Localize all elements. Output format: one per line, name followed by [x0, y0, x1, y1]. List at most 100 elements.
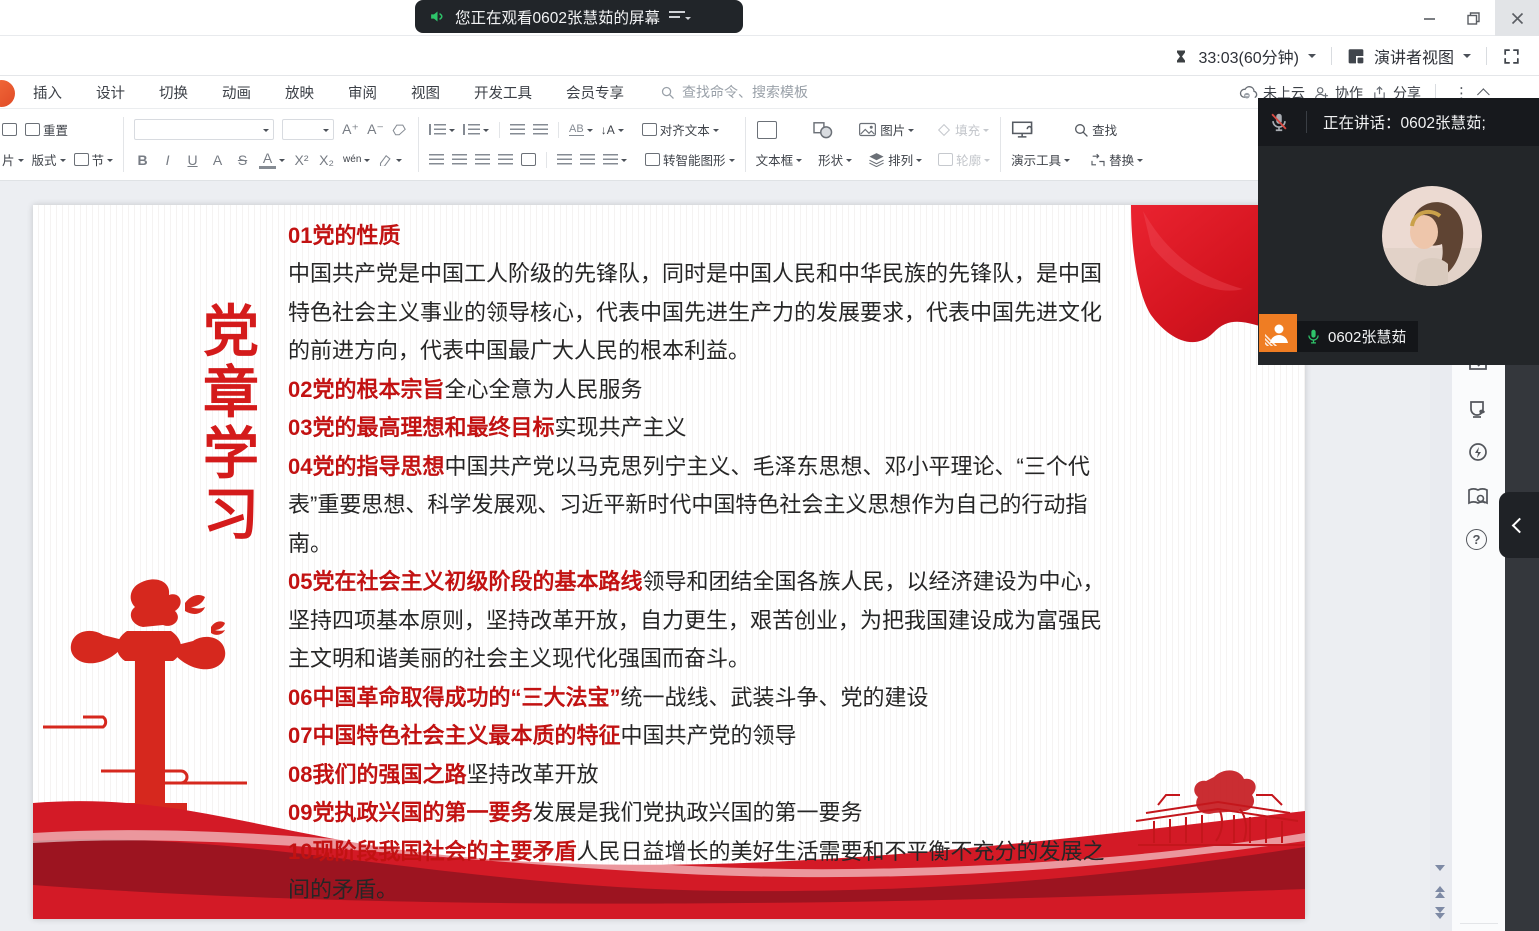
- fullscreen-icon[interactable]: [1502, 47, 1521, 66]
- line-spacing-icon[interactable]: [557, 154, 572, 165]
- speaking-header: 正在讲话：0602张慧茹;: [1258, 98, 1539, 146]
- subscript-button[interactable]: X₂: [318, 152, 335, 168]
- reference-book-icon[interactable]: [1466, 485, 1490, 509]
- tab-animation[interactable]: 动画: [222, 82, 251, 103]
- resource-cup-icon[interactable]: [1466, 397, 1490, 421]
- decrease-font-button[interactable]: A⁻: [367, 121, 384, 138]
- video-tile[interactable]: 0602张慧茹: [1258, 146, 1539, 365]
- outline-button[interactable]: 轮廓: [938, 150, 990, 169]
- bullet-list-icon: [429, 124, 446, 135]
- new-slide-button[interactable]: 片: [2, 150, 24, 169]
- speaking-now-label: 正在讲话：0602张慧茹;: [1323, 111, 1486, 133]
- meeting-timer: 33:03(60分钟): [1198, 44, 1299, 68]
- chevron-left-icon: [1511, 517, 1527, 533]
- numbered-list-button[interactable]: [463, 124, 489, 135]
- slide-line: 02党的根本宗旨全心全意为人民服务: [288, 378, 643, 402]
- pinyin-guide-button[interactable]: wén: [343, 155, 370, 164]
- textbox-button[interactable]: 文本框: [756, 150, 803, 169]
- paragraph-spacing-icon[interactable]: [580, 154, 595, 165]
- superscript-button[interactable]: X²: [293, 152, 310, 168]
- divider: [1306, 111, 1307, 133]
- find-button[interactable]: 查找: [1073, 120, 1117, 139]
- align-text-button[interactable]: 对齐文本: [642, 120, 719, 139]
- timer-dropdown-icon[interactable]: [1308, 54, 1316, 62]
- tab-design[interactable]: 设计: [96, 82, 125, 103]
- minimize-button[interactable]: [1407, 0, 1451, 36]
- outline-icon: [938, 153, 953, 166]
- slide-line: 坚持四项基本原则，坚持改革开放，自力更生，艰苦创业，为把我国建设成为富强民: [288, 609, 1102, 633]
- close-icon: [1511, 12, 1524, 25]
- fill-button[interactable]: 填充: [936, 120, 989, 139]
- clear-format-icon[interactable]: [392, 123, 408, 137]
- justify-icon[interactable]: [498, 154, 513, 165]
- underline-button[interactable]: U: [184, 152, 201, 168]
- search-icon: [660, 85, 675, 100]
- screen-share-banner[interactable]: 您正在观看0602张慧茹的屏幕: [415, 0, 743, 33]
- text-direction-button[interactable]: AB: [569, 123, 593, 136]
- highlight-button[interactable]: [378, 153, 402, 166]
- slide-vertical-title: 党章学习: [203, 301, 267, 545]
- mic-muted-icon[interactable]: [1268, 111, 1290, 133]
- previous-slide-icon2[interactable]: [1435, 887, 1445, 898]
- minimize-icon: [1423, 12, 1436, 25]
- picture-button[interactable]: 图片: [858, 120, 914, 139]
- expand-panel-tab[interactable]: [1499, 492, 1539, 558]
- command-search[interactable]: 查找命令、搜索模板: [660, 82, 808, 102]
- shapes-icon[interactable]: [812, 117, 834, 143]
- bold-button[interactable]: B: [134, 152, 151, 168]
- slide-line: 07中国特色社会主义最本质的特征中国共产党的领导: [288, 724, 797, 748]
- align-left-icon[interactable]: [429, 154, 444, 165]
- tab-view[interactable]: 视图: [411, 82, 440, 103]
- present-tools-button[interactable]: 演示工具: [1011, 150, 1070, 169]
- spacing-options-button[interactable]: [603, 154, 627, 165]
- participant-nameplate: 0602张慧茹: [1297, 321, 1418, 352]
- slide-layout-icon[interactable]: [2, 123, 17, 136]
- view-mode-dropdown-icon[interactable]: [1463, 54, 1471, 62]
- tab-developer[interactable]: 开发工具: [474, 82, 532, 103]
- slide-line: 09党执政兴国的第一要务发展是我们党执政兴国的第一要务: [288, 801, 863, 825]
- tab-member[interactable]: 会员专享: [566, 82, 624, 103]
- divider: [1331, 47, 1332, 65]
- share-banner-menu-icon[interactable]: [669, 11, 685, 23]
- close-button[interactable]: [1495, 0, 1539, 36]
- textbox-icon[interactable]: [757, 117, 777, 143]
- decrease-indent-icon[interactable]: [510, 124, 525, 135]
- section-button[interactable]: 节: [74, 150, 114, 169]
- character-border-button[interactable]: A: [209, 152, 226, 168]
- font-family-select[interactable]: [134, 119, 274, 140]
- slide-line: 表”重要思想、科学发展观、习近平新时代中国特色社会主义思想作为自己的行动指: [288, 493, 1087, 517]
- layout-button[interactable]: 版式: [32, 150, 66, 169]
- replace-button[interactable]: 替换: [1090, 150, 1143, 169]
- smart-graphic-button[interactable]: 转智能图形: [645, 150, 735, 169]
- slide-line: 10现阶段我国社会的主要矛盾人民日益增长的美好生活需要和不平衡不充分的发展之: [288, 840, 1105, 864]
- distribute-icon[interactable]: [521, 153, 536, 166]
- italic-button[interactable]: I: [159, 152, 176, 168]
- inspiration-bulb-icon[interactable]: [1466, 441, 1490, 465]
- align-center-icon[interactable]: [452, 154, 467, 165]
- restore-button[interactable]: [1451, 0, 1495, 36]
- meeting-video-panel[interactable]: 正在讲话：0602张慧茹;: [1258, 98, 1539, 365]
- font-size-select[interactable]: [282, 119, 334, 140]
- font-color-button[interactable]: A: [259, 150, 285, 169]
- tab-slideshow[interactable]: 放映: [285, 82, 314, 103]
- next-slide-icon2[interactable]: [1435, 913, 1445, 924]
- align-right-icon[interactable]: [475, 154, 490, 165]
- help-icon[interactable]: ?: [1466, 529, 1487, 550]
- bullet-list-button[interactable]: [429, 124, 455, 135]
- increase-indent-icon[interactable]: [533, 124, 548, 135]
- scroll-down-icon[interactable]: [1435, 865, 1445, 876]
- slide[interactable]: 党章学习 01党的性质 中国共产党是中国工人阶级的先锋队，同时是中国人民和中华民…: [33, 205, 1305, 919]
- view-mode-label[interactable]: 演讲者视图: [1374, 44, 1454, 68]
- tab-transition[interactable]: 切换: [159, 82, 188, 103]
- increase-font-button[interactable]: A⁺: [342, 121, 359, 138]
- reset-button[interactable]: 重置: [25, 120, 68, 139]
- present-tools-icon[interactable]: [1011, 117, 1035, 143]
- vertical-text-button[interactable]: ↓A: [601, 123, 624, 137]
- shapes-button[interactable]: 形状: [818, 150, 852, 169]
- arrange-button[interactable]: 排列: [868, 150, 922, 169]
- tab-review[interactable]: 审阅: [348, 82, 377, 103]
- strikethrough-button[interactable]: S: [234, 152, 251, 168]
- slide-line: 05党在社会主义初级阶段的基本路线领导和团结全国各族人民，以经济建设为中心，: [288, 570, 1105, 594]
- home-tab-icon[interactable]: [0, 80, 15, 107]
- tab-insert[interactable]: 插入: [33, 82, 62, 103]
